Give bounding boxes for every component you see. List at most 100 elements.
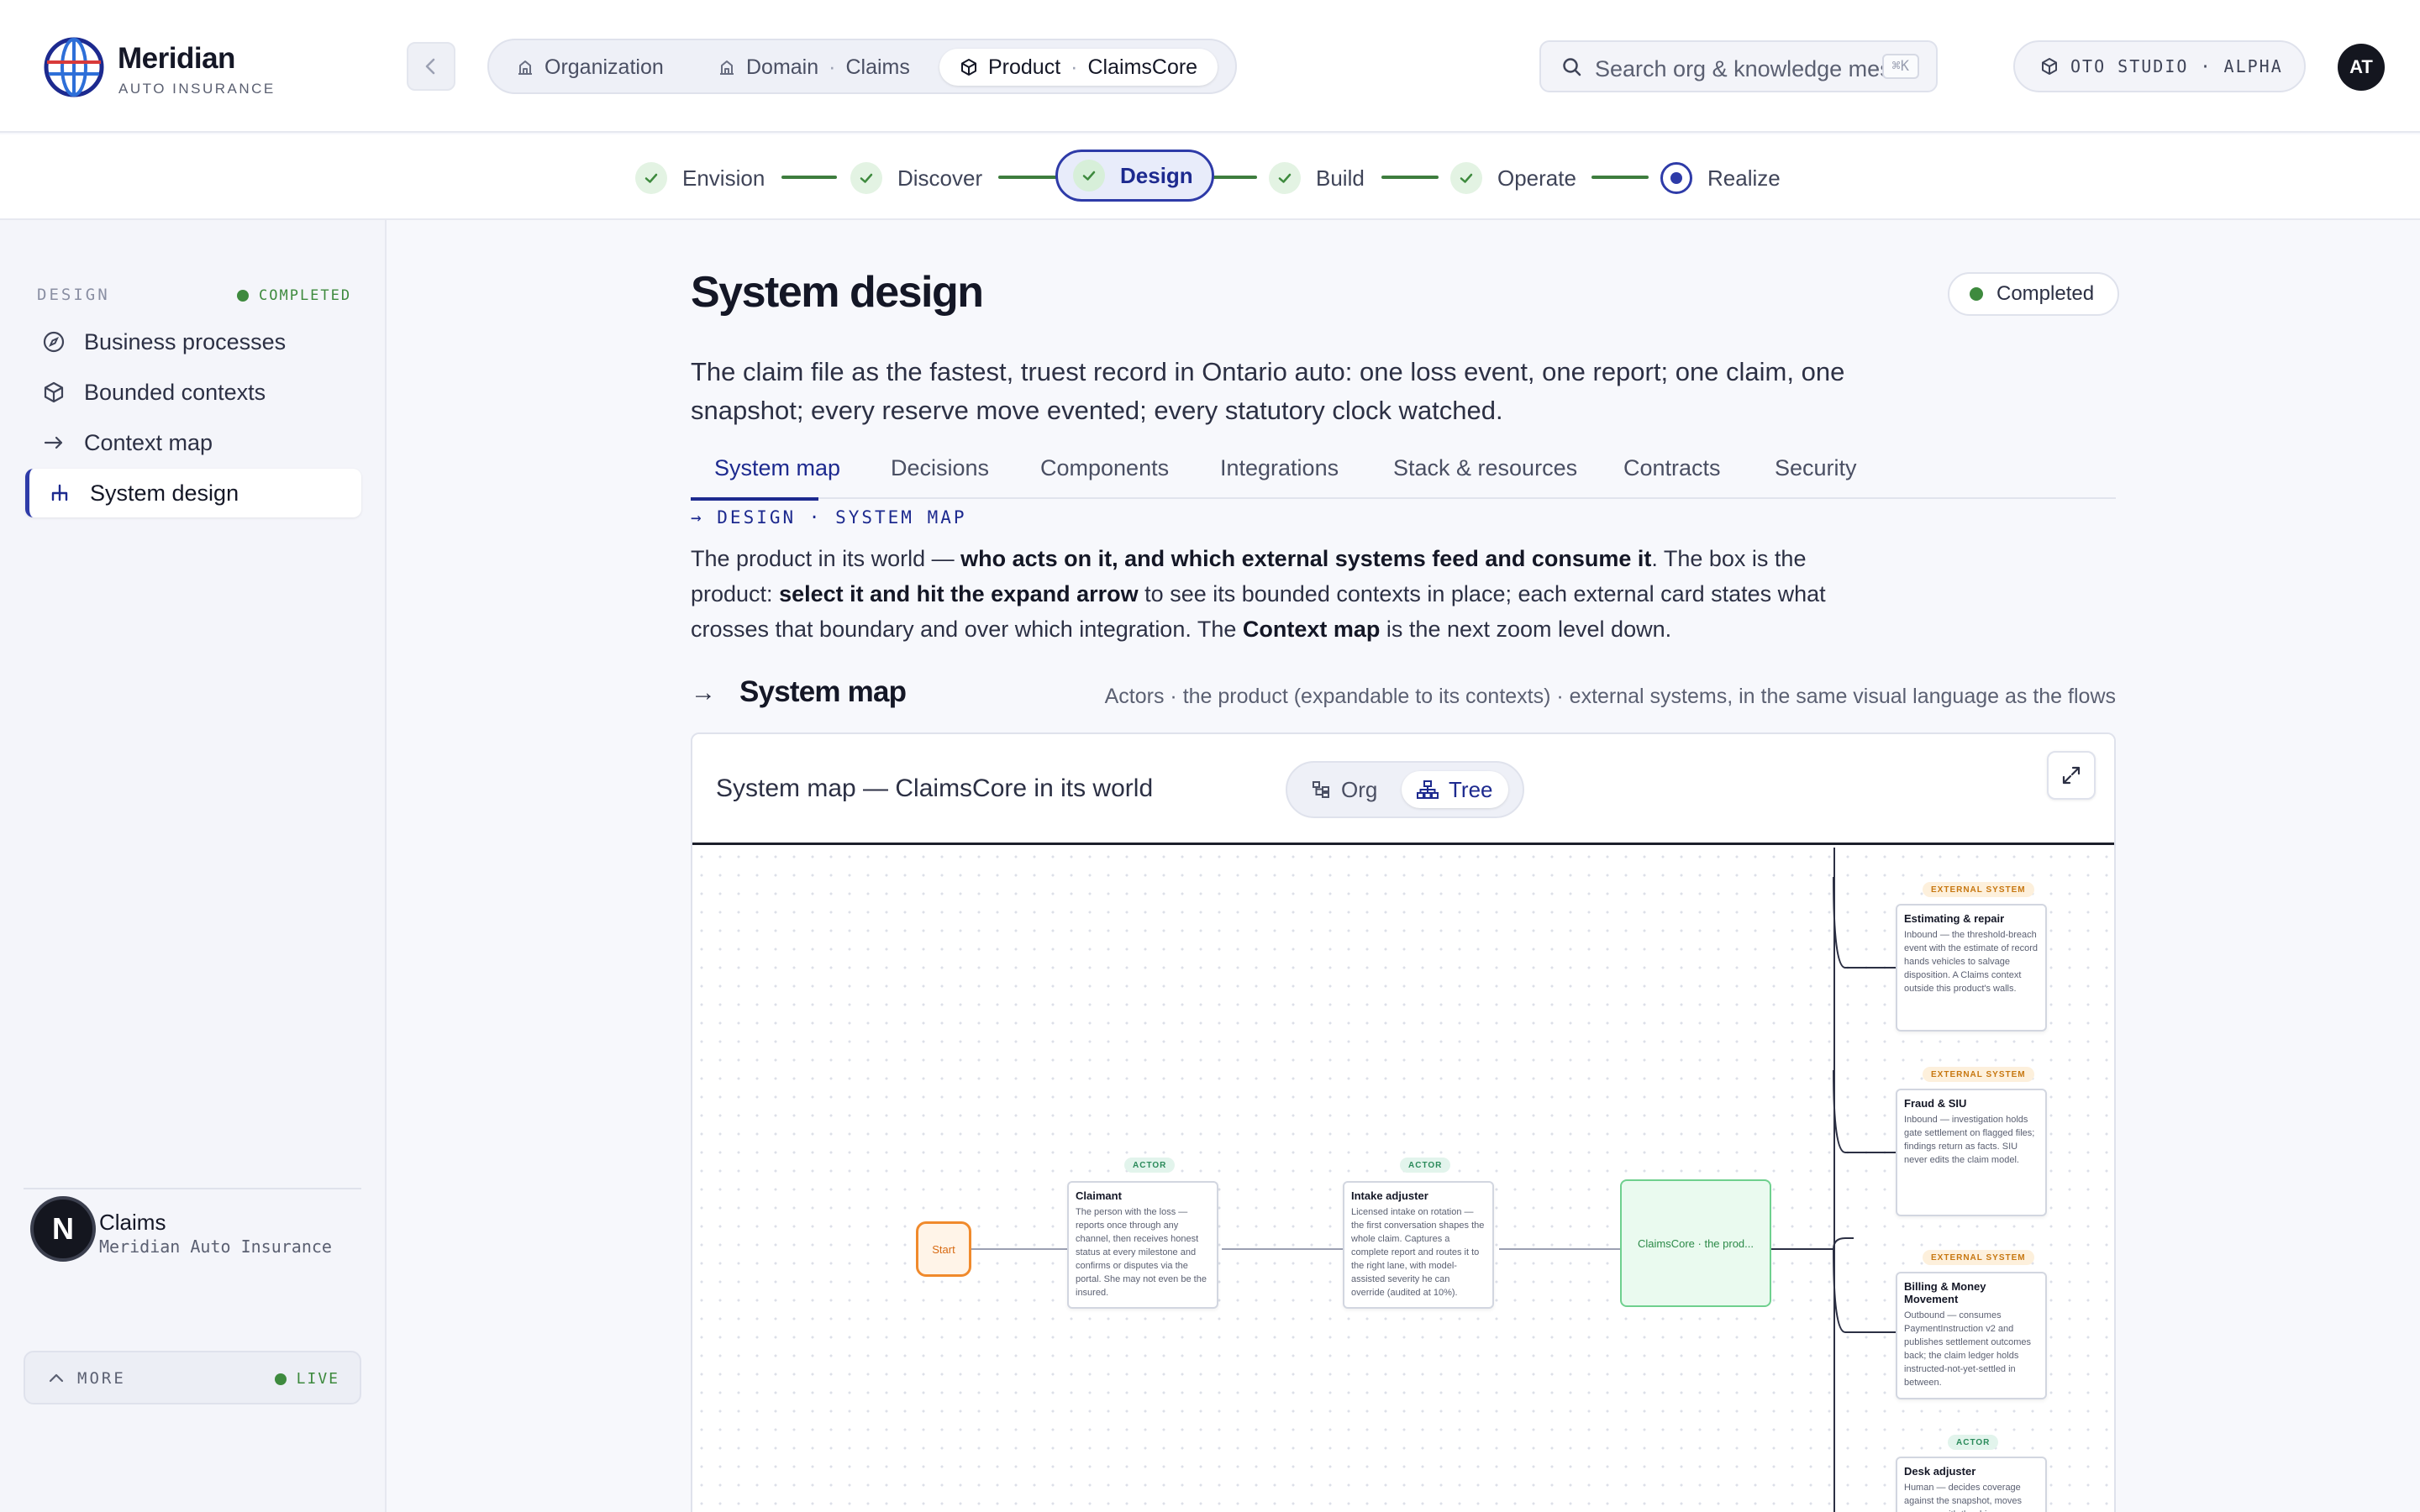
studio-badge[interactable]: OTO STUDIO · ALPHA bbox=[2013, 40, 2306, 92]
breadcrumb: Organization Domain · Claims Product · C… bbox=[487, 39, 1237, 94]
search-placeholder: Search org & knowledge mesh bbox=[1595, 56, 1904, 81]
more-toggle-button[interactable]: MORE LIVE bbox=[24, 1351, 361, 1404]
more-text: MORE bbox=[77, 1369, 126, 1388]
claimant-node[interactable]: Claimant The person with the loss — repo… bbox=[1067, 1181, 1218, 1309]
breadcrumb-domain-value: Claims bbox=[845, 55, 910, 79]
node-title: Claimant bbox=[1076, 1189, 1122, 1202]
step-connector bbox=[1381, 176, 1439, 179]
arrow-right-icon bbox=[44, 436, 63, 449]
brand-name: Meridian bbox=[118, 42, 235, 75]
section-arrow-icon: → bbox=[691, 679, 716, 706]
sidebar-item-context-map[interactable]: Context map bbox=[25, 418, 361, 467]
brand-subtitle: AUTO INSURANCE bbox=[118, 81, 276, 97]
live-status: LIVE bbox=[274, 1370, 339, 1388]
step-connector bbox=[781, 176, 837, 179]
breadcrumb-organization[interactable]: Organization bbox=[516, 49, 664, 86]
active-tab-indicator bbox=[691, 497, 818, 501]
search-icon bbox=[1563, 58, 1581, 76]
step-build[interactable]: Build bbox=[1269, 160, 1365, 197]
check-icon bbox=[635, 162, 667, 194]
sidebar-item-system-design[interactable]: System design bbox=[25, 469, 361, 517]
tab-components[interactable]: Components bbox=[1040, 455, 1169, 481]
node-body: Licensed intake on rotation — the first … bbox=[1351, 1207, 1485, 1298]
actor-tag: ACTOR bbox=[1124, 1158, 1176, 1173]
node-title: Desk adjuster bbox=[1904, 1465, 1976, 1478]
step-design[interactable]: Design bbox=[1055, 150, 1214, 202]
step-label: Build bbox=[1316, 165, 1365, 191]
page-title: System design bbox=[691, 268, 984, 317]
node-title: Billing & Money Movement bbox=[1904, 1280, 1986, 1305]
tab-contracts[interactable]: Contracts bbox=[1623, 455, 1721, 481]
product-node[interactable]: ClaimsCore · the prod... bbox=[1620, 1179, 1771, 1307]
sidebar-item-label: System design bbox=[90, 480, 239, 506]
tab-system-map[interactable]: System map bbox=[714, 455, 840, 481]
chevron-left-icon bbox=[425, 58, 435, 75]
check-icon bbox=[1269, 162, 1301, 194]
node-body: Human — decides coverage against the sna… bbox=[1904, 1483, 2023, 1512]
globe-logo-icon[interactable] bbox=[44, 37, 104, 97]
divider bbox=[24, 1188, 361, 1189]
page-lead: The claim file as the fastest, truest re… bbox=[691, 357, 1845, 425]
step-connector bbox=[1591, 176, 1649, 179]
billing-money-movement-node[interactable]: Billing & Money Movement Outbound — cons… bbox=[1896, 1272, 2047, 1399]
node-body: Inbound — investigation holds gate settl… bbox=[1904, 1115, 2035, 1165]
workspace-avatar[interactable]: N bbox=[30, 1196, 96, 1262]
breadcrumb-product[interactable]: Product · ClaimsCore bbox=[939, 49, 1218, 86]
breadcrumb-separator: · bbox=[829, 55, 836, 79]
user-avatar[interactable]: AT bbox=[2338, 44, 2385, 91]
status-badge: Completed bbox=[1948, 272, 2120, 316]
breadcrumb-org-label: Organization bbox=[544, 55, 664, 79]
start-node[interactable]: Start bbox=[916, 1221, 971, 1277]
breadcrumb-domain[interactable]: Domain · Claims bbox=[718, 49, 910, 86]
sidebar-item-business-processes[interactable]: Business processes bbox=[25, 318, 361, 366]
sidebar-status-badge: COMPLETED bbox=[237, 287, 351, 304]
building-icon bbox=[518, 60, 532, 75]
tab-integrations[interactable]: Integrations bbox=[1220, 455, 1339, 481]
section-eyebrow: → DESIGN · SYSTEM MAP bbox=[691, 507, 967, 528]
collapse-back-button[interactable] bbox=[407, 42, 455, 91]
intake-adjuster-node[interactable]: Intake adjuster Licensed intake on rotat… bbox=[1343, 1181, 1494, 1309]
step-discover[interactable]: Discover bbox=[850, 160, 982, 197]
search-shortcut: ⌘K bbox=[1881, 54, 1919, 79]
external-system-tag: EXTERNAL SYSTEM bbox=[1923, 1067, 2034, 1082]
cube-icon bbox=[44, 381, 64, 403]
step-envision[interactable]: Envision bbox=[635, 160, 765, 197]
top-header: Meridian AUTO INSURANCE Organization Dom… bbox=[0, 0, 2420, 133]
sidebar-item-bounded-contexts[interactable]: Bounded contexts bbox=[25, 368, 361, 417]
sidebar-section-title: DESIGN bbox=[37, 286, 110, 304]
check-icon bbox=[850, 162, 882, 194]
step-connector bbox=[998, 176, 1057, 179]
workspace-name: Claims bbox=[99, 1210, 166, 1235]
tab-stack-resources[interactable]: Stack & resources bbox=[1393, 455, 1577, 481]
sidebar-item-label: Bounded contexts bbox=[84, 379, 266, 405]
cube-icon bbox=[2042, 58, 2057, 75]
step-realize[interactable]: Realize bbox=[1660, 160, 1781, 197]
node-body: Inbound — the threshold-breach event wit… bbox=[1904, 930, 2038, 994]
building-icon bbox=[720, 60, 734, 75]
chevron-up-icon bbox=[49, 1373, 64, 1383]
breadcrumb-product-value: ClaimsCore bbox=[1087, 55, 1198, 79]
step-label: Envision bbox=[682, 165, 765, 191]
tab-bar: System map Decisions Components Integrat… bbox=[691, 445, 2116, 499]
intro-paragraph: The product in its world — who acts on i… bbox=[691, 546, 1826, 642]
fraud-siu-node[interactable]: Fraud & SIU Inbound — investigation hold… bbox=[1896, 1089, 2047, 1216]
step-operate[interactable]: Operate bbox=[1450, 160, 1576, 197]
tab-security[interactable]: Security bbox=[1775, 455, 1857, 481]
more-label: MORE bbox=[49, 1369, 126, 1388]
compass-icon bbox=[43, 331, 65, 353]
system-map-card: System map — ClaimsCore in its world Org… bbox=[691, 732, 2116, 1512]
step-label: Design bbox=[1120, 162, 1193, 188]
tab-decisions[interactable]: Decisions bbox=[891, 455, 989, 481]
desk-adjuster-node[interactable]: Desk adjuster Human — decides coverage a… bbox=[1896, 1457, 2047, 1512]
step-label: Discover bbox=[897, 165, 983, 191]
node-title: Estimating & repair bbox=[1904, 912, 2005, 925]
search-input[interactable]: Search org & knowledge mesh ⌘K bbox=[1539, 40, 1938, 92]
sidebar-item-label: Context map bbox=[84, 429, 213, 455]
estimating-repair-node[interactable]: Estimating & repair Inbound — the thresh… bbox=[1896, 904, 2047, 1032]
studio-label: OTO STUDIO · ALPHA bbox=[2070, 56, 2283, 76]
workspace-org: Meridian Auto Insurance bbox=[99, 1236, 332, 1257]
status-text: Completed bbox=[1996, 282, 2095, 305]
status-text: COMPLETED bbox=[259, 287, 352, 304]
tree-trunk-line bbox=[1833, 848, 1835, 1512]
live-text: LIVE bbox=[296, 1370, 339, 1388]
